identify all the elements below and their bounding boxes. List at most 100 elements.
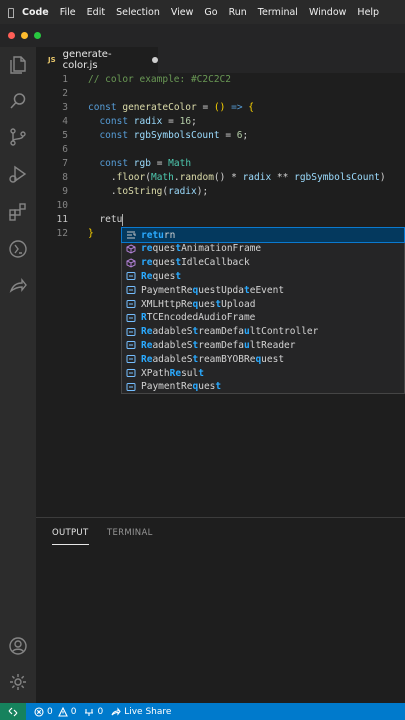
menu-go[interactable]: Go	[204, 7, 217, 18]
search-icon[interactable]	[8, 91, 28, 111]
menu-help[interactable]: Help	[357, 7, 379, 18]
code-line-1[interactable]: 1 // color example: #C2C2C2	[36, 73, 405, 87]
menu-file[interactable]: File	[60, 7, 76, 18]
line-number: 2	[62, 88, 68, 99]
error-icon	[34, 706, 44, 717]
ports-count: 0	[97, 706, 104, 717]
menu-view[interactable]: View	[171, 7, 194, 18]
suggestion-label: XPathResult	[141, 367, 204, 379]
line-code: const rgbSymbolsCount = 6;	[99, 130, 249, 141]
live-share-status[interactable]: Live Share	[111, 707, 171, 717]
warning-count: 0	[70, 706, 77, 717]
explorer-icon[interactable]	[8, 55, 28, 75]
line-number: 5	[62, 130, 68, 141]
line-number: 10	[56, 200, 68, 211]
apple-icon[interactable]: 	[0, 6, 22, 19]
minimize-window-button[interactable]	[21, 32, 28, 39]
menu-selection[interactable]: Selection	[116, 7, 160, 18]
suggestion-item[interactable]: requestAnimationFrame	[122, 242, 404, 256]
line-code: const radix = 16;	[99, 116, 197, 127]
remote-indicator[interactable]	[0, 703, 26, 720]
line-number: 11	[56, 214, 68, 225]
code-line-11[interactable]: 11 retu	[36, 213, 405, 227]
run-debug-icon[interactable]	[8, 164, 28, 184]
warning-icon	[57, 706, 68, 717]
remote-explorer-icon[interactable]	[8, 239, 28, 259]
code-line-6[interactable]: 6	[36, 143, 405, 157]
code-line-7[interactable]: 7 const rgb = Math	[36, 157, 405, 171]
suggestion-item[interactable]: PaymentRequest	[122, 380, 404, 394]
menu-window[interactable]: Window	[309, 7, 346, 18]
unsaved-dot-icon[interactable]	[152, 57, 158, 63]
suggestion-label: XMLHttpRequestUpload	[141, 298, 256, 310]
live-share-label: Live Share	[124, 706, 172, 717]
error-count: 0	[47, 706, 53, 717]
suggestion-item[interactable]: ReadableStreamDefaultController	[122, 325, 404, 339]
code-line-4[interactable]: 4 const radix = 16;	[36, 115, 405, 129]
suggestion-label: ReadableStreamDefaultController	[141, 326, 319, 338]
code-line-8[interactable]: 8 .floor(Math.random() * radix ** rgbSym…	[36, 171, 405, 185]
line-code: .floor(Math.random() * radix ** rgbSymbo…	[110, 172, 386, 183]
suggestion-item[interactable]: requestIdleCallback	[122, 256, 404, 270]
class-symbol-icon	[126, 299, 136, 309]
line-number: 6	[62, 144, 68, 155]
remote-icon	[8, 707, 18, 716]
problems-status[interactable]: 0 0	[34, 706, 77, 717]
extensions-icon[interactable]	[8, 202, 28, 222]
class-symbol-icon	[126, 340, 136, 350]
code-line-2[interactable]: 2	[36, 87, 405, 101]
tab-filename: generate-color.js	[62, 49, 112, 71]
account-icon[interactable]	[8, 636, 28, 656]
class-symbol-icon	[126, 382, 136, 392]
suggestion-item[interactable]: ReadableStreamBYOBRequest	[122, 352, 404, 366]
suggestion-item[interactable]: RTCEncodedAudioFrame	[122, 311, 404, 325]
line-code: const rgb = Math	[99, 158, 192, 169]
ports-icon	[85, 708, 94, 716]
ports-status[interactable]: 0	[84, 707, 103, 717]
editor-tab-bar: JS generate-color.js	[36, 47, 405, 73]
bottom-panel: OUTPUT TERMINAL	[36, 518, 405, 703]
js-file-icon: JS	[48, 56, 56, 64]
code-line-3[interactable]: 3 const generateColor = () => {	[36, 101, 405, 115]
suggestion-label: requestIdleCallback	[141, 257, 250, 269]
line-number: 12	[56, 228, 68, 239]
tab-generate-color[interactable]: JS generate-color.js	[36, 47, 158, 73]
live-share-icon[interactable]	[8, 276, 28, 296]
class-symbol-icon	[126, 313, 136, 323]
menu-app-name[interactable]: Code	[22, 7, 49, 18]
line-number: 3	[62, 102, 68, 113]
line-number: 9	[62, 186, 68, 197]
suggestion-label: PaymentRequestUpdateEvent	[141, 284, 285, 296]
tab-output[interactable]: OUTPUT	[52, 528, 88, 538]
method-symbol-icon	[126, 258, 136, 268]
source-control-icon[interactable]	[8, 127, 28, 147]
line-number: 7	[62, 158, 68, 169]
menu-run[interactable]: Run	[229, 7, 247, 18]
code-line-9[interactable]: 9 .toString(radix);	[36, 185, 405, 199]
class-symbol-icon	[126, 354, 136, 364]
zoom-window-button[interactable]	[34, 32, 41, 39]
active-tab-underline	[52, 544, 89, 545]
menu-terminal[interactable]: Terminal	[258, 7, 298, 18]
keyword-symbol-icon	[126, 230, 136, 240]
suggestion-item[interactable]: ReadableStreamDefaultReader	[122, 338, 404, 352]
close-window-button[interactable]	[8, 32, 15, 39]
class-symbol-icon	[126, 285, 136, 295]
code-line-5[interactable]: 5 const rgbSymbolsCount = 6;	[36, 129, 405, 143]
suggestion-label: requestAnimationFrame	[141, 243, 262, 255]
suggestion-label: return	[141, 229, 176, 241]
suggestion-item[interactable]: Request	[122, 269, 404, 283]
line-code: retu	[99, 213, 124, 226]
line-number: 8	[62, 172, 68, 183]
tab-terminal[interactable]: TERMINAL	[107, 528, 153, 538]
status-bar: 0 0 0 Live Share	[0, 703, 405, 720]
manage-gear-icon[interactable]	[8, 672, 28, 692]
suggestion-item[interactable]: PaymentRequestUpdateEvent	[122, 283, 404, 297]
suggestion-item[interactable]: XMLHttpRequestUpload	[122, 297, 404, 311]
suggestion-item[interactable]: return	[121, 227, 405, 243]
suggestion-item[interactable]: XPathResult	[122, 366, 404, 380]
method-symbol-icon	[126, 244, 136, 254]
menu-edit[interactable]: Edit	[87, 7, 105, 18]
code-line-10[interactable]: 10	[36, 199, 405, 213]
autocomplete-suggestions: return requestAnimationFrame requestIdleCa…	[121, 227, 405, 394]
